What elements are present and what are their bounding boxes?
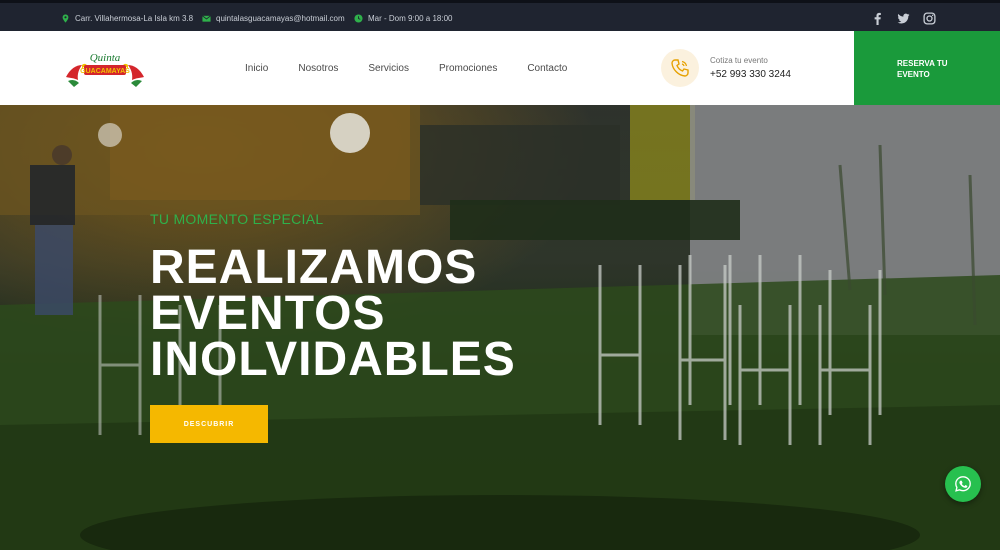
quote-phone[interactable]: +52 993 330 3244 [710,69,791,80]
hero-subtitle: TU MOMENTO ESPECIAL [150,211,324,227]
email-info[interactable]: quintalasguacamayas@hotmail.com [202,3,345,34]
hero-section: TU MOMENTO ESPECIAL REALIZAMOS EVENTOS I… [0,105,1000,550]
hours-info: Mar - Dom 9:00 a 18:00 [354,3,452,34]
address-info: Carr. Villahermosa-La Isla km 3.8 [61,3,193,34]
facebook-icon[interactable] [871,12,884,25]
top-info-bar: Carr. Villahermosa-La Isla km 3.8 quinta… [0,0,1000,31]
hero-title-line-2: EVENTOS [150,287,386,340]
nav-nosotros[interactable]: Nosotros [298,63,338,74]
map-pin-icon [62,14,69,23]
hero-title-line-1: REALIZAMOS [150,241,478,294]
nav-promociones[interactable]: Promociones [439,63,497,74]
svg-text:GUACAMAYAS: GUACAMAYAS [80,68,130,75]
whatsapp-chat-button[interactable] [945,466,981,502]
quote-label: Cotiza tu evento [710,56,768,65]
clock-icon [354,14,363,23]
social-links [871,3,936,34]
discover-button-label: DESCUBRIR [183,420,235,428]
nav-servicios[interactable]: Servicios [368,63,409,74]
nav-inicio[interactable]: Inicio [245,63,268,74]
quote-contact: Cotiza tu evento +52 993 330 3244 [710,56,791,80]
reserve-event-button[interactable]: RESERVA TU EVENTO [854,31,1000,105]
discover-button[interactable]: DESCUBRIR [150,405,268,443]
phone-icon [671,59,689,77]
main-nav: Inicio Nosotros Servicios Promociones Co… [245,31,597,105]
phone-icon-badge [661,49,699,87]
twitter-icon[interactable] [897,12,910,25]
site-header: Quinta GUACAMAYAS Inicio Nosotros Servic… [0,31,1000,105]
hours-text: Mar - Dom 9:00 a 18:00 [368,14,453,23]
svg-text:Quinta: Quinta [90,52,121,64]
whatsapp-icon [955,476,971,492]
reserve-event-label: RESERVA TU EVENTO [897,59,948,79]
mail-icon [202,15,211,22]
site-logo[interactable]: Quinta GUACAMAYAS [60,47,150,89]
nav-contacto[interactable]: Contacto [527,63,567,74]
address-text: Carr. Villahermosa-La Isla km 3.8 [75,14,194,23]
hero-title-line-3: INOLVIDABLES [150,333,516,386]
email-text[interactable]: quintalasguacamayas@hotmail.com [216,14,345,23]
instagram-icon[interactable] [923,12,936,25]
hero-title: REALIZAMOS EVENTOS INOLVIDABLES [150,241,710,386]
